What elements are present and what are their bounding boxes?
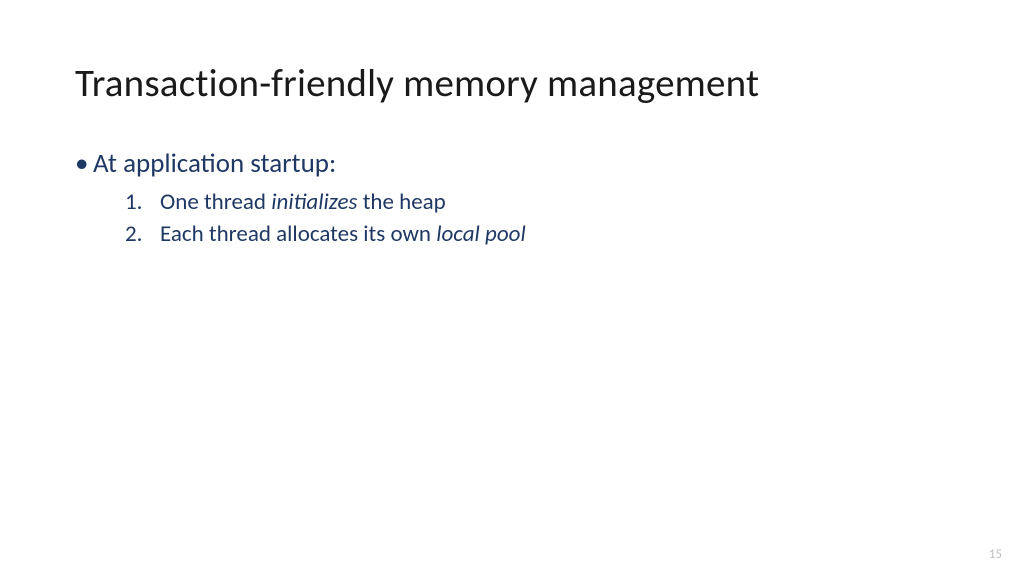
list-item: 1. One thread initializes the heap <box>125 188 949 216</box>
list-text-italic: local pool <box>436 220 526 248</box>
list-text-post: the heap <box>358 188 446 216</box>
list-number: 1. <box>125 188 142 216</box>
list-text-pre: One thread <box>160 188 271 216</box>
slide-title: Transaction-friendly memory management <box>75 60 949 107</box>
list-item: 2. Each thread allocates its own local p… <box>125 220 949 248</box>
list-number: 2. <box>125 220 142 248</box>
slide-content: At application startup: 1. One thread in… <box>75 147 949 248</box>
list-text-pre: Each thread allocates its own <box>160 220 436 248</box>
page-number: 15 <box>989 547 1002 562</box>
list-text-italic: initializes <box>271 188 357 216</box>
sub-list: 1. One thread initializes the heap 2. Ea… <box>75 188 949 248</box>
bullet-main: At application startup: <box>75 147 949 180</box>
slide: Transaction-friendly memory management A… <box>0 0 1024 576</box>
